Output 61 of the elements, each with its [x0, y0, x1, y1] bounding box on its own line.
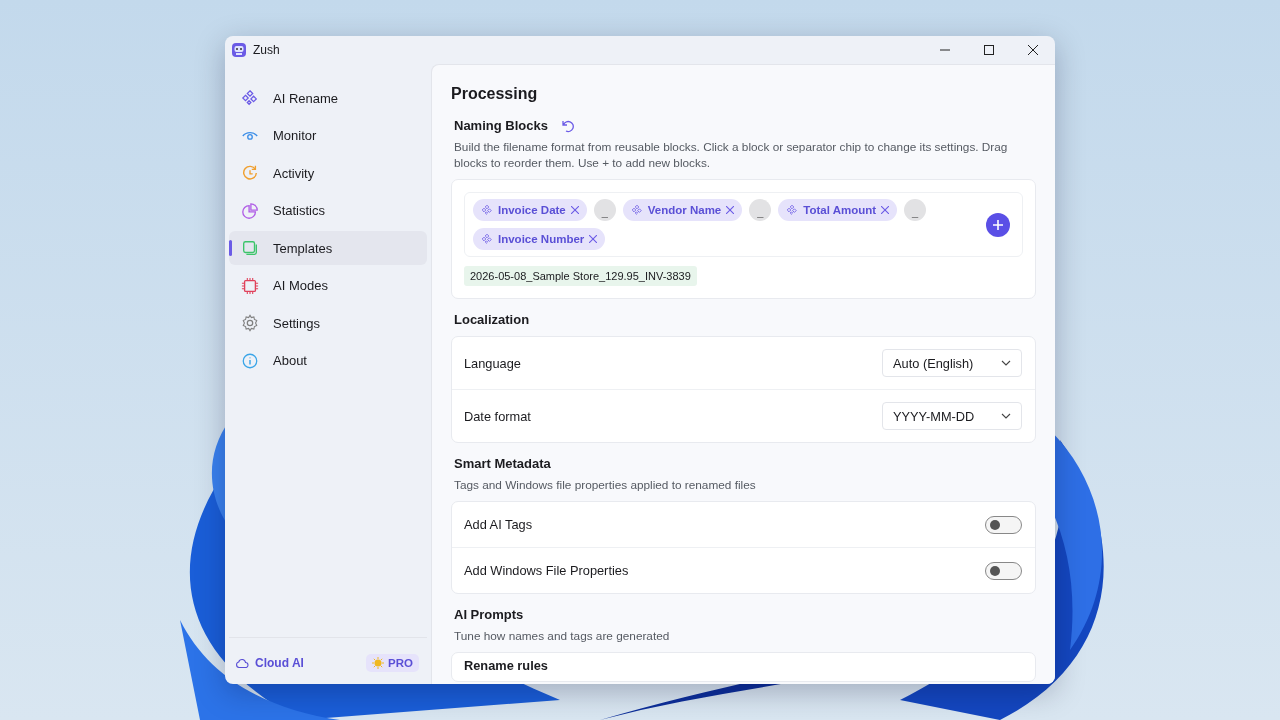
section-title: Localization	[454, 312, 530, 327]
toggle-switch[interactable]	[985, 561, 1022, 580]
dropdown[interactable]: Auto (English)	[882, 349, 1022, 377]
layers-icon	[241, 239, 259, 257]
info-icon	[241, 351, 259, 370]
sidebar-item[interactable]: About	[229, 343, 427, 378]
section-title: Naming Blocks	[454, 118, 548, 133]
pie-chart-icon	[241, 201, 259, 220]
section-title: AI Prompts	[454, 607, 524, 622]
sidebar-item[interactable]: Templates	[229, 231, 427, 265]
cloud-ai-link[interactable]: Cloud AI	[235, 656, 304, 670]
section-title: Smart Metadata	[454, 456, 551, 471]
sparkle-icon	[630, 204, 643, 216]
settings-icon	[241, 314, 259, 332]
sparkle-icon	[241, 89, 259, 107]
sidebar-item[interactable]: AI Modes	[229, 268, 427, 303]
sidebar-item[interactable]: AI Rename	[229, 81, 427, 115]
setting-label: Date format	[464, 408, 532, 424]
block-chip[interactable]: Invoice Date	[473, 199, 587, 221]
separator-chip[interactable]: _	[749, 199, 772, 221]
separator-chip[interactable]: _	[593, 199, 616, 221]
chevron-down-icon	[1001, 413, 1011, 419]
plus-icon	[993, 219, 1003, 230]
block-chip[interactable]: Total Amount	[778, 199, 898, 221]
chevron-down-icon	[1001, 360, 1011, 366]
separator-chip[interactable]: _	[904, 199, 927, 221]
setting-label: Rename rules	[463, 657, 549, 675]
sparkle-icon	[786, 204, 799, 216]
undo-icon[interactable]	[559, 118, 574, 133]
sidebar-item[interactable]: Statistics	[229, 193, 427, 228]
sidebar-item[interactable]: Monitor	[229, 118, 427, 153]
block-chip[interactable]: Vendor Name	[622, 199, 743, 221]
maximize-icon	[984, 45, 994, 55]
close-icon[interactable]	[726, 206, 735, 214]
close-icon[interactable]	[570, 206, 579, 214]
sparkle-icon	[481, 233, 493, 245]
sidebar-item[interactable]: Activity	[229, 156, 427, 190]
chip-icon	[241, 276, 259, 295]
setting-label: Language	[464, 355, 522, 371]
robot-logo-icon	[231, 42, 247, 58]
close-icon	[1028, 45, 1038, 55]
add-button[interactable]	[986, 212, 1010, 237]
page-title: Processing	[451, 85, 539, 103]
clock-icon	[241, 164, 259, 182]
close-icon[interactable]	[881, 206, 890, 214]
section-description: Build the filename format from reusable blocks. Click a block or separator chip to change its settings. Drag blocks to reorder them. Use + to add new blocks.	[454, 139, 1009, 171]
sidebar-item[interactable]: Settings	[229, 306, 427, 340]
filename-preview: 2026-05-08_Sample Store_129.95_INV-3839	[464, 266, 697, 286]
sparkle-icon	[481, 204, 493, 216]
close-icon[interactable]	[589, 235, 598, 243]
window-title: Zush	[253, 43, 280, 57]
setting-label: Add AI Tags	[464, 517, 534, 532]
pro-badge: PRO	[366, 654, 419, 672]
sun-icon	[372, 657, 385, 669]
cloud-icon	[235, 657, 249, 669]
block-chip[interactable]: Invoice Number	[473, 228, 606, 250]
toggle-switch[interactable]	[985, 515, 1022, 534]
section-description: Tune how names and tags are generated	[454, 628, 671, 644]
section-description: Tags and Windows file properties applied to renamed files	[454, 477, 757, 493]
dropdown[interactable]: YYYY-MM-DD	[882, 402, 1022, 430]
setting-label: Add Windows File Properties	[464, 563, 630, 578]
